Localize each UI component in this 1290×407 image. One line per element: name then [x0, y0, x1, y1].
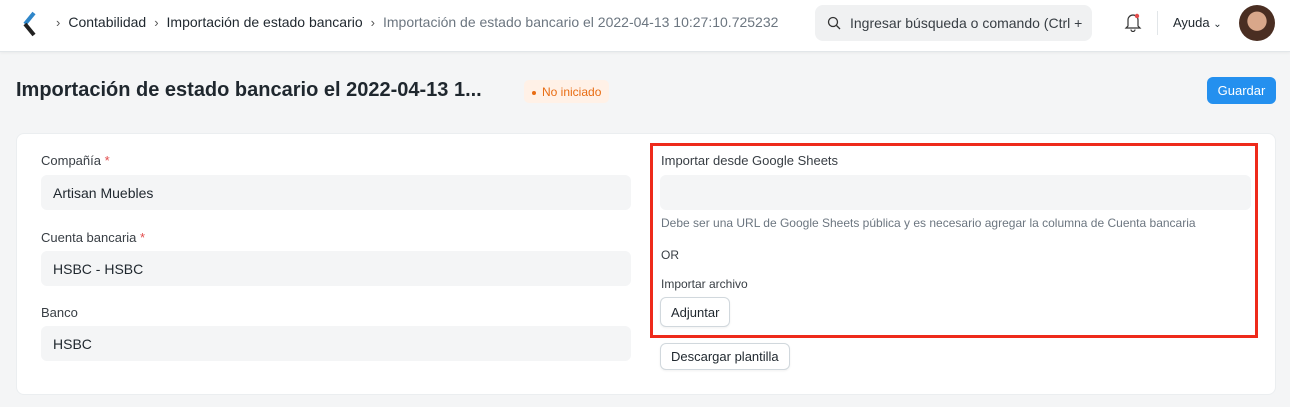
help-dropdown[interactable]: Ayuda ⌄: [1173, 15, 1222, 30]
chevron-right-icon: ›: [56, 14, 61, 30]
breadcrumb-contabilidad[interactable]: Contabilidad: [68, 14, 146, 30]
bank-account-field[interactable]: HSBC - HSBC: [41, 251, 631, 286]
bank-label: Banco: [41, 305, 78, 320]
chevron-right-icon: ›: [370, 14, 375, 30]
breadcrumb-current: Importación de estado bancario el 2022-0…: [383, 14, 779, 30]
company-field[interactable]: Artisan Muebles: [41, 175, 631, 210]
avatar[interactable]: [1239, 5, 1275, 41]
bank-field[interactable]: HSBC: [41, 326, 631, 361]
search-icon: [827, 16, 841, 30]
help-label: Ayuda: [1173, 15, 1210, 30]
chevron-down-icon: ⌄: [1213, 19, 1222, 30]
app-logo-icon[interactable]: [20, 11, 38, 37]
breadcrumb: › Contabilidad › Importación de estado b…: [56, 14, 778, 30]
notification-bell-icon[interactable]: [1124, 12, 1142, 32]
status-badge: No iniciado: [524, 80, 610, 103]
breadcrumb-bank-statement-import[interactable]: Importación de estado bancario: [167, 14, 363, 30]
download-template-button[interactable]: Descargar plantilla: [660, 343, 790, 370]
divider: [1157, 11, 1158, 35]
chevron-right-icon: ›: [154, 14, 159, 30]
highlight-box: [650, 143, 1258, 338]
search-input[interactable]: Ingresar búsqueda o comando (Ctrl +: [815, 5, 1092, 41]
save-button[interactable]: Guardar: [1207, 77, 1276, 104]
navbar: › Contabilidad › Importación de estado b…: [0, 0, 1290, 52]
company-label: Compañía *: [41, 153, 110, 168]
page-title: Importación de estado bancario el 2022-0…: [16, 79, 482, 101]
bank-account-label: Cuenta bancaria *: [41, 230, 146, 245]
search-placeholder: Ingresar búsqueda o comando (Ctrl +: [850, 15, 1083, 31]
